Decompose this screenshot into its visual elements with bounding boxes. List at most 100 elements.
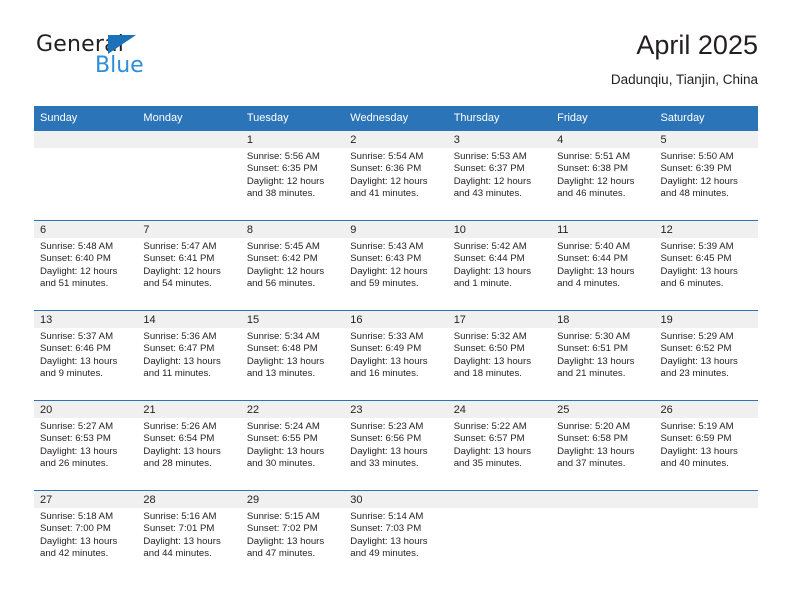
calendar-day-cell[interactable]: 23 Sunrise: 5:23 AM Sunset: 6:56 PM Dayligh… [344,400,448,491]
day-cell-content: 14 Sunrise: 5:36 AM Sunset: 6:47 PM Dayligh… [137,311,241,400]
day-details: Sunrise: 5:51 AM Sunset: 6:38 PM Daylight:… [551,148,654,201]
calendar-day-cell[interactable]: 17 Sunrise: 5:32 AM Sunset: 6:50 PM Dayligh… [447,310,552,401]
calendar-day-cell[interactable]: 30 Sunrise: 5:14 AM Sunset: 7:03 PM Dayligh… [344,490,448,580]
day-cell-content: 15 Sunrise: 5:34 AM Sunset: 6:48 PM Dayligh… [240,311,345,400]
daylight-duration: Daylight: 13 hours and 1 minute. [453,265,532,290]
daylight-duration: Daylight: 12 hours and 43 minutes. [453,175,532,200]
calendar-day-cell[interactable]: 5 Sunrise: 5:50 AM Sunset: 6:39 PM Daylight… [654,131,758,221]
day-number: 9 [344,221,448,238]
calendar-day-cell[interactable]: 11 Sunrise: 5:40 AM Sunset: 6:44 PM Dayligh… [551,220,655,311]
day-cell-content: 3 Sunrise: 5:53 AM Sunset: 6:37 PM Daylight… [447,131,552,220]
day-number: 25 [551,401,655,418]
sunset-time: Sunset: 6:54 PM [143,433,215,445]
day-cell-content: 4 Sunrise: 5:51 AM Sunset: 6:38 PM Daylight… [551,131,655,220]
day-details: Sunrise: 5:53 AM Sunset: 6:37 PM Daylight:… [448,148,551,201]
sunset-time: Sunset: 6:51 PM [557,343,629,355]
sunrise-time: Sunrise: 5:36 AM [143,331,217,342]
sunrise-time: Sunrise: 5:18 AM [40,511,114,522]
daylight-duration: Daylight: 13 hours and 16 minutes. [350,355,428,380]
sunrise-time: Sunrise: 5:45 AM [246,241,320,252]
sunrise-time: Sunrise: 5:26 AM [143,421,217,432]
daylight-duration: Daylight: 13 hours and 33 minutes. [350,445,428,470]
calendar-day-cell[interactable]: 1 Sunrise: 5:56 AM Sunset: 6:35 PM Daylight… [240,131,345,221]
calendar-day-cell[interactable]: 25 Sunrise: 5:20 AM Sunset: 6:58 PM Dayligh… [551,400,655,491]
sunrise-time: Sunrise: 5:22 AM [453,421,527,432]
daylight-duration: Daylight: 13 hours and 37 minutes. [557,445,635,470]
day-number [551,491,655,508]
calendar-day-cell[interactable]: 12 Sunrise: 5:39 AM Sunset: 6:45 PM Dayligh… [654,220,758,311]
day-details: Sunrise: 5:56 AM Sunset: 6:35 PM Daylight:… [241,148,344,201]
calendar-week-row: 27 Sunrise: 5:18 AM Sunset: 7:00 PM Dayligh… [34,490,758,580]
daylight-duration: Daylight: 12 hours and 41 minutes. [350,175,428,200]
sunset-time: Sunset: 6:44 PM [453,253,525,265]
calendar-day-cell [447,490,552,580]
calendar-day-cell[interactable]: 26 Sunrise: 5:19 AM Sunset: 6:59 PM Dayligh… [654,400,758,491]
calendar-day-cell[interactable]: 19 Sunrise: 5:29 AM Sunset: 6:52 PM Dayligh… [654,310,758,401]
sunrise-time: Sunrise: 5:29 AM [660,331,734,342]
calendar-day-cell[interactable]: 22 Sunrise: 5:24 AM Sunset: 6:55 PM Dayligh… [240,400,345,491]
calendar-day-cell[interactable]: 20 Sunrise: 5:27 AM Sunset: 6:53 PM Dayligh… [34,400,138,491]
sunrise-sunset-calendar: Sunday Monday Tuesday Wednesday Thursday… [34,106,758,580]
calendar-day-cell[interactable]: 9 Sunrise: 5:43 AM Sunset: 6:43 PM Daylight… [344,220,448,311]
calendar-day-cell[interactable]: 6 Sunrise: 5:48 AM Sunset: 6:40 PM Daylight… [34,220,138,311]
calendar-day-cell[interactable]: 18 Sunrise: 5:30 AM Sunset: 6:51 PM Dayligh… [551,310,655,401]
calendar-day-cell[interactable]: 7 Sunrise: 5:47 AM Sunset: 6:41 PM Daylight… [137,220,241,311]
sunset-time: Sunset: 6:53 PM [40,433,111,445]
sunset-time: Sunset: 6:38 PM [557,163,629,175]
daylight-duration: Daylight: 13 hours and 35 minutes. [453,445,532,470]
calendar-week-row: 6 Sunrise: 5:48 AM Sunset: 6:40 PM Daylight… [34,220,758,311]
day-details [551,508,654,511]
calendar-day-cell[interactable]: 14 Sunrise: 5:36 AM Sunset: 6:47 PM Dayligh… [137,310,241,401]
calendar-week-row: 13 Sunrise: 5:37 AM Sunset: 6:46 PM Dayligh… [34,310,758,401]
day-cell-content: 2 Sunrise: 5:54 AM Sunset: 6:36 PM Daylight… [344,131,448,220]
day-cell-content: 7 Sunrise: 5:47 AM Sunset: 6:41 PM Daylight… [137,221,241,310]
day-cell-content: 19 Sunrise: 5:29 AM Sunset: 6:52 PM Dayligh… [654,311,758,400]
calendar-day-cell[interactable]: 4 Sunrise: 5:51 AM Sunset: 6:38 PM Daylight… [551,131,655,221]
calendar-day-cell[interactable]: 10 Sunrise: 5:42 AM Sunset: 6:44 PM Dayligh… [447,220,552,311]
calendar-day-cell[interactable]: 21 Sunrise: 5:26 AM Sunset: 6:54 PM Dayligh… [137,400,241,491]
calendar-page: General Blue April 2025 Dadunqiu, Tianji… [0,0,792,612]
calendar-day-cell[interactable]: 27 Sunrise: 5:18 AM Sunset: 7:00 PM Dayligh… [34,490,138,580]
sunset-time: Sunset: 6:37 PM [453,163,525,175]
daylight-duration: Daylight: 12 hours and 48 minutes. [660,175,738,200]
calendar-day-cell[interactable]: 15 Sunrise: 5:34 AM Sunset: 6:48 PM Dayligh… [240,310,345,401]
day-number: 11 [551,221,655,238]
day-cell-empty [551,491,655,580]
day-number: 2 [344,131,448,148]
day-details: Sunrise: 5:43 AM Sunset: 6:43 PM Daylight:… [344,238,447,291]
calendar-day-cell[interactable]: 2 Sunrise: 5:54 AM Sunset: 6:36 PM Daylight… [344,131,448,221]
day-details: Sunrise: 5:54 AM Sunset: 6:36 PM Daylight:… [344,148,447,201]
day-details: Sunrise: 5:34 AM Sunset: 6:48 PM Daylight:… [241,328,344,381]
calendar-day-cell[interactable]: 8 Sunrise: 5:45 AM Sunset: 6:42 PM Daylight… [240,220,345,311]
day-cell-content: 6 Sunrise: 5:48 AM Sunset: 6:40 PM Daylight… [34,221,138,310]
day-number: 15 [240,311,345,328]
calendar-day-cell[interactable]: 29 Sunrise: 5:15 AM Sunset: 7:02 PM Dayligh… [240,490,345,580]
logo-text-blue: Blue [95,53,144,78]
sunset-time: Sunset: 6:58 PM [557,433,629,445]
daylight-duration: Daylight: 12 hours and 54 minutes. [143,265,221,290]
day-number: 20 [34,401,138,418]
day-number: 22 [240,401,345,418]
sunrise-time: Sunrise: 5:20 AM [557,421,631,432]
calendar-day-cell[interactable]: 13 Sunrise: 5:37 AM Sunset: 6:46 PM Dayligh… [34,310,138,401]
calendar-day-cell[interactable]: 28 Sunrise: 5:16 AM Sunset: 7:01 PM Dayligh… [137,490,241,580]
day-details: Sunrise: 5:18 AM Sunset: 7:00 PM Daylight:… [34,508,137,561]
day-cell-content: 30 Sunrise: 5:14 AM Sunset: 7:03 PM Dayligh… [344,491,448,580]
sunset-time: Sunset: 6:50 PM [453,343,525,355]
column-header-monday: Monday [137,106,241,131]
daylight-duration: Daylight: 13 hours and 21 minutes. [557,355,635,380]
day-cell-content: 11 Sunrise: 5:40 AM Sunset: 6:44 PM Dayligh… [551,221,655,310]
day-number: 16 [344,311,448,328]
day-details: Sunrise: 5:48 AM Sunset: 6:40 PM Daylight:… [34,238,137,291]
sunset-time: Sunset: 6:47 PM [143,343,215,355]
calendar-day-cell [137,131,241,221]
column-header-saturday: Saturday [654,106,758,131]
calendar-header-row: Sunday Monday Tuesday Wednesday Thursday… [34,106,758,131]
calendar-day-cell[interactable]: 16 Sunrise: 5:33 AM Sunset: 6:49 PM Dayligh… [344,310,448,401]
day-number [137,131,241,148]
calendar-day-cell[interactable]: 3 Sunrise: 5:53 AM Sunset: 6:37 PM Daylight… [447,131,552,221]
general-blue-logo[interactable]: General Blue [34,32,254,88]
calendar-day-cell[interactable]: 24 Sunrise: 5:22 AM Sunset: 6:57 PM Dayligh… [447,400,552,491]
day-number: 19 [654,311,758,328]
day-details: Sunrise: 5:14 AM Sunset: 7:03 PM Daylight:… [344,508,447,561]
